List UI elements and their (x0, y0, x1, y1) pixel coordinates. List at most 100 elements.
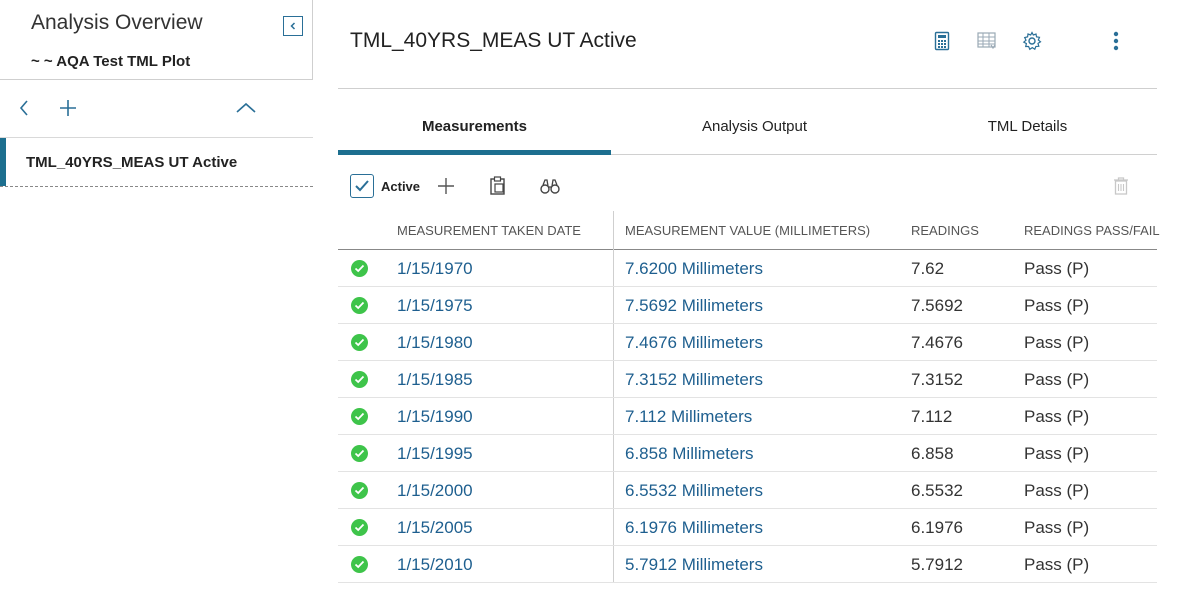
plus-icon (438, 178, 454, 194)
tab-tml-details[interactable]: TML Details (891, 104, 1164, 154)
find-button[interactable] (538, 174, 562, 198)
table-row[interactable]: 1/15/2000 6.5532 Millimeters 6.5532 Pass… (338, 472, 1157, 509)
pass-fail-value: Pass (P) (1024, 444, 1090, 463)
measurement-value-link[interactable]: 7.5692 Millimeters (625, 296, 763, 316)
readings-value: 5.7912 (911, 555, 963, 574)
measurement-date-link[interactable]: 1/15/1990 (397, 407, 473, 427)
table-icon (977, 32, 996, 50)
measurement-date-link[interactable]: 1/15/1975 (397, 296, 473, 316)
status-ok-icon (351, 371, 368, 388)
grid-toolbar: Active (338, 168, 1157, 204)
readings-value: 7.62 (911, 259, 945, 278)
measurement-value-link[interactable]: 7.112 Millimeters (625, 407, 752, 427)
delete-button[interactable] (1109, 174, 1133, 198)
pass-fail-value: Pass (P) (1024, 333, 1090, 352)
measurement-date-link[interactable]: 1/15/2005 (397, 518, 473, 538)
measurement-value-link[interactable]: 6.5532 Millimeters (625, 481, 763, 501)
status-ok-icon (351, 408, 368, 425)
table-row[interactable]: 1/15/2005 6.1976 Millimeters 6.1976 Pass… (338, 509, 1157, 546)
column-header-readings[interactable]: READINGS (911, 223, 979, 238)
readings-value: 7.4676 (911, 333, 963, 352)
header-divider (338, 88, 1157, 89)
pass-fail-value: Pass (P) (1024, 518, 1090, 537)
tab-measurements[interactable]: Measurements (338, 104, 611, 154)
column-header-date[interactable]: MEASUREMENT TAKEN DATE (397, 223, 581, 238)
calculator-icon (934, 31, 950, 51)
measurement-date-link[interactable]: 1/15/2000 (397, 481, 473, 501)
nav-item-selected-indicator (0, 138, 6, 186)
measurement-value-link[interactable]: 6.858 Millimeters (625, 444, 754, 464)
measurement-value-link[interactable]: 5.7912 Millimeters (625, 555, 763, 575)
binoculars-icon (540, 179, 560, 194)
table-row[interactable]: 1/15/1970 7.6200 Millimeters 7.62 Pass (… (338, 250, 1157, 287)
column-header-value[interactable]: MEASUREMENT VALUE (MILLIMETERS) (625, 223, 870, 238)
paste-button[interactable] (486, 174, 510, 198)
status-ok-icon (351, 445, 368, 462)
chevron-left-icon (290, 22, 296, 30)
chevron-left-icon (19, 100, 28, 116)
left-pane-title: Analysis Overview (31, 11, 203, 34)
status-ok-icon (351, 482, 368, 499)
active-checkbox[interactable] (350, 174, 374, 198)
calculator-button[interactable] (931, 30, 953, 52)
measurement-value-link[interactable]: 7.4676 Millimeters (625, 333, 763, 353)
table-row[interactable]: 1/15/1995 6.858 Millimeters 6.858 Pass (… (338, 435, 1157, 472)
readings-value: 6.5532 (911, 481, 963, 500)
trash-icon (1114, 177, 1128, 195)
table-row[interactable]: 1/15/1990 7.112 Millimeters 7.112 Pass (… (338, 398, 1157, 435)
nav-item-label: TML_40YRS_MEAS UT Active (26, 154, 238, 171)
table-row[interactable]: 1/15/1985 7.3152 Millimeters 7.3152 Pass… (338, 361, 1157, 398)
pass-fail-value: Pass (P) (1024, 407, 1090, 426)
left-pane: Analysis Overview ~ ~ AQA Test TML Plot (0, 0, 313, 600)
measurement-date-link[interactable]: 1/15/2010 (397, 555, 473, 575)
readings-value: 7.3152 (911, 370, 963, 389)
add-button[interactable] (56, 96, 80, 120)
pass-fail-value: Pass (P) (1024, 296, 1090, 315)
status-ok-icon (351, 556, 368, 573)
plus-icon (60, 100, 76, 116)
add-measurement-button[interactable] (434, 174, 458, 198)
settings-button[interactable] (1021, 30, 1043, 52)
pass-fail-value: Pass (P) (1024, 555, 1090, 574)
measurement-date-link[interactable]: 1/15/1970 (397, 259, 473, 279)
status-ok-icon (351, 519, 368, 536)
measurement-value-link[interactable]: 7.3152 Millimeters (625, 370, 763, 390)
pass-fail-value: Pass (P) (1024, 481, 1090, 500)
readings-value: 7.5692 (911, 296, 963, 315)
back-button[interactable] (12, 96, 36, 120)
chevron-up-icon (236, 102, 256, 113)
table-row[interactable]: 1/15/2010 5.7912 Millimeters 5.7912 Pass… (338, 546, 1157, 583)
tab-analysis-output[interactable]: Analysis Output (618, 104, 891, 154)
readings-value: 7.112 (911, 407, 953, 426)
collapse-up-button[interactable] (234, 96, 258, 120)
gear-icon (1022, 31, 1042, 51)
nav-item-tml[interactable]: TML_40YRS_MEAS UT Active (0, 138, 313, 187)
pass-fail-value: Pass (P) (1024, 259, 1090, 278)
left-pane-header: Analysis Overview ~ ~ AQA Test TML Plot (0, 0, 313, 80)
measurement-value-link[interactable]: 6.1976 Millimeters (625, 518, 763, 538)
status-ok-icon (351, 334, 368, 351)
readings-value: 6.1976 (911, 518, 963, 537)
readings-value: 6.858 (911, 444, 954, 463)
pass-fail-value: Pass (P) (1024, 370, 1090, 389)
measurement-date-link[interactable]: 1/15/1995 (397, 444, 473, 464)
more-vertical-icon (1113, 31, 1119, 51)
page-title: TML_40YRS_MEAS UT Active (350, 29, 637, 52)
clipboard-icon (490, 176, 505, 195)
more-options-button[interactable] (1105, 30, 1127, 52)
active-tab-indicator (338, 150, 611, 155)
column-header-pass-fail[interactable]: READINGS PASS/FAIL (1024, 223, 1160, 238)
table-view-button[interactable] (976, 30, 998, 52)
measurement-date-link[interactable]: 1/15/1980 (397, 333, 473, 353)
measurement-value-link[interactable]: 7.6200 Millimeters (625, 259, 763, 279)
collapse-pane-button[interactable] (283, 16, 303, 36)
grid-header: MEASUREMENT TAKEN DATE MEASUREMENT VALUE… (338, 211, 1160, 250)
tab-bar: Measurements Analysis Output TML Details (338, 104, 1157, 155)
left-pane-toolbar (0, 90, 313, 126)
table-row[interactable]: 1/15/1980 7.4676 Millimeters 7.4676 Pass… (338, 324, 1157, 361)
status-ok-icon (351, 297, 368, 314)
checkmark-icon (355, 180, 369, 192)
measurement-date-link[interactable]: 1/15/1985 (397, 370, 473, 390)
left-pane-subtitle: ~ ~ AQA Test TML Plot (31, 53, 191, 70)
table-row[interactable]: 1/15/1975 7.5692 Millimeters 7.5692 Pass… (338, 287, 1157, 324)
